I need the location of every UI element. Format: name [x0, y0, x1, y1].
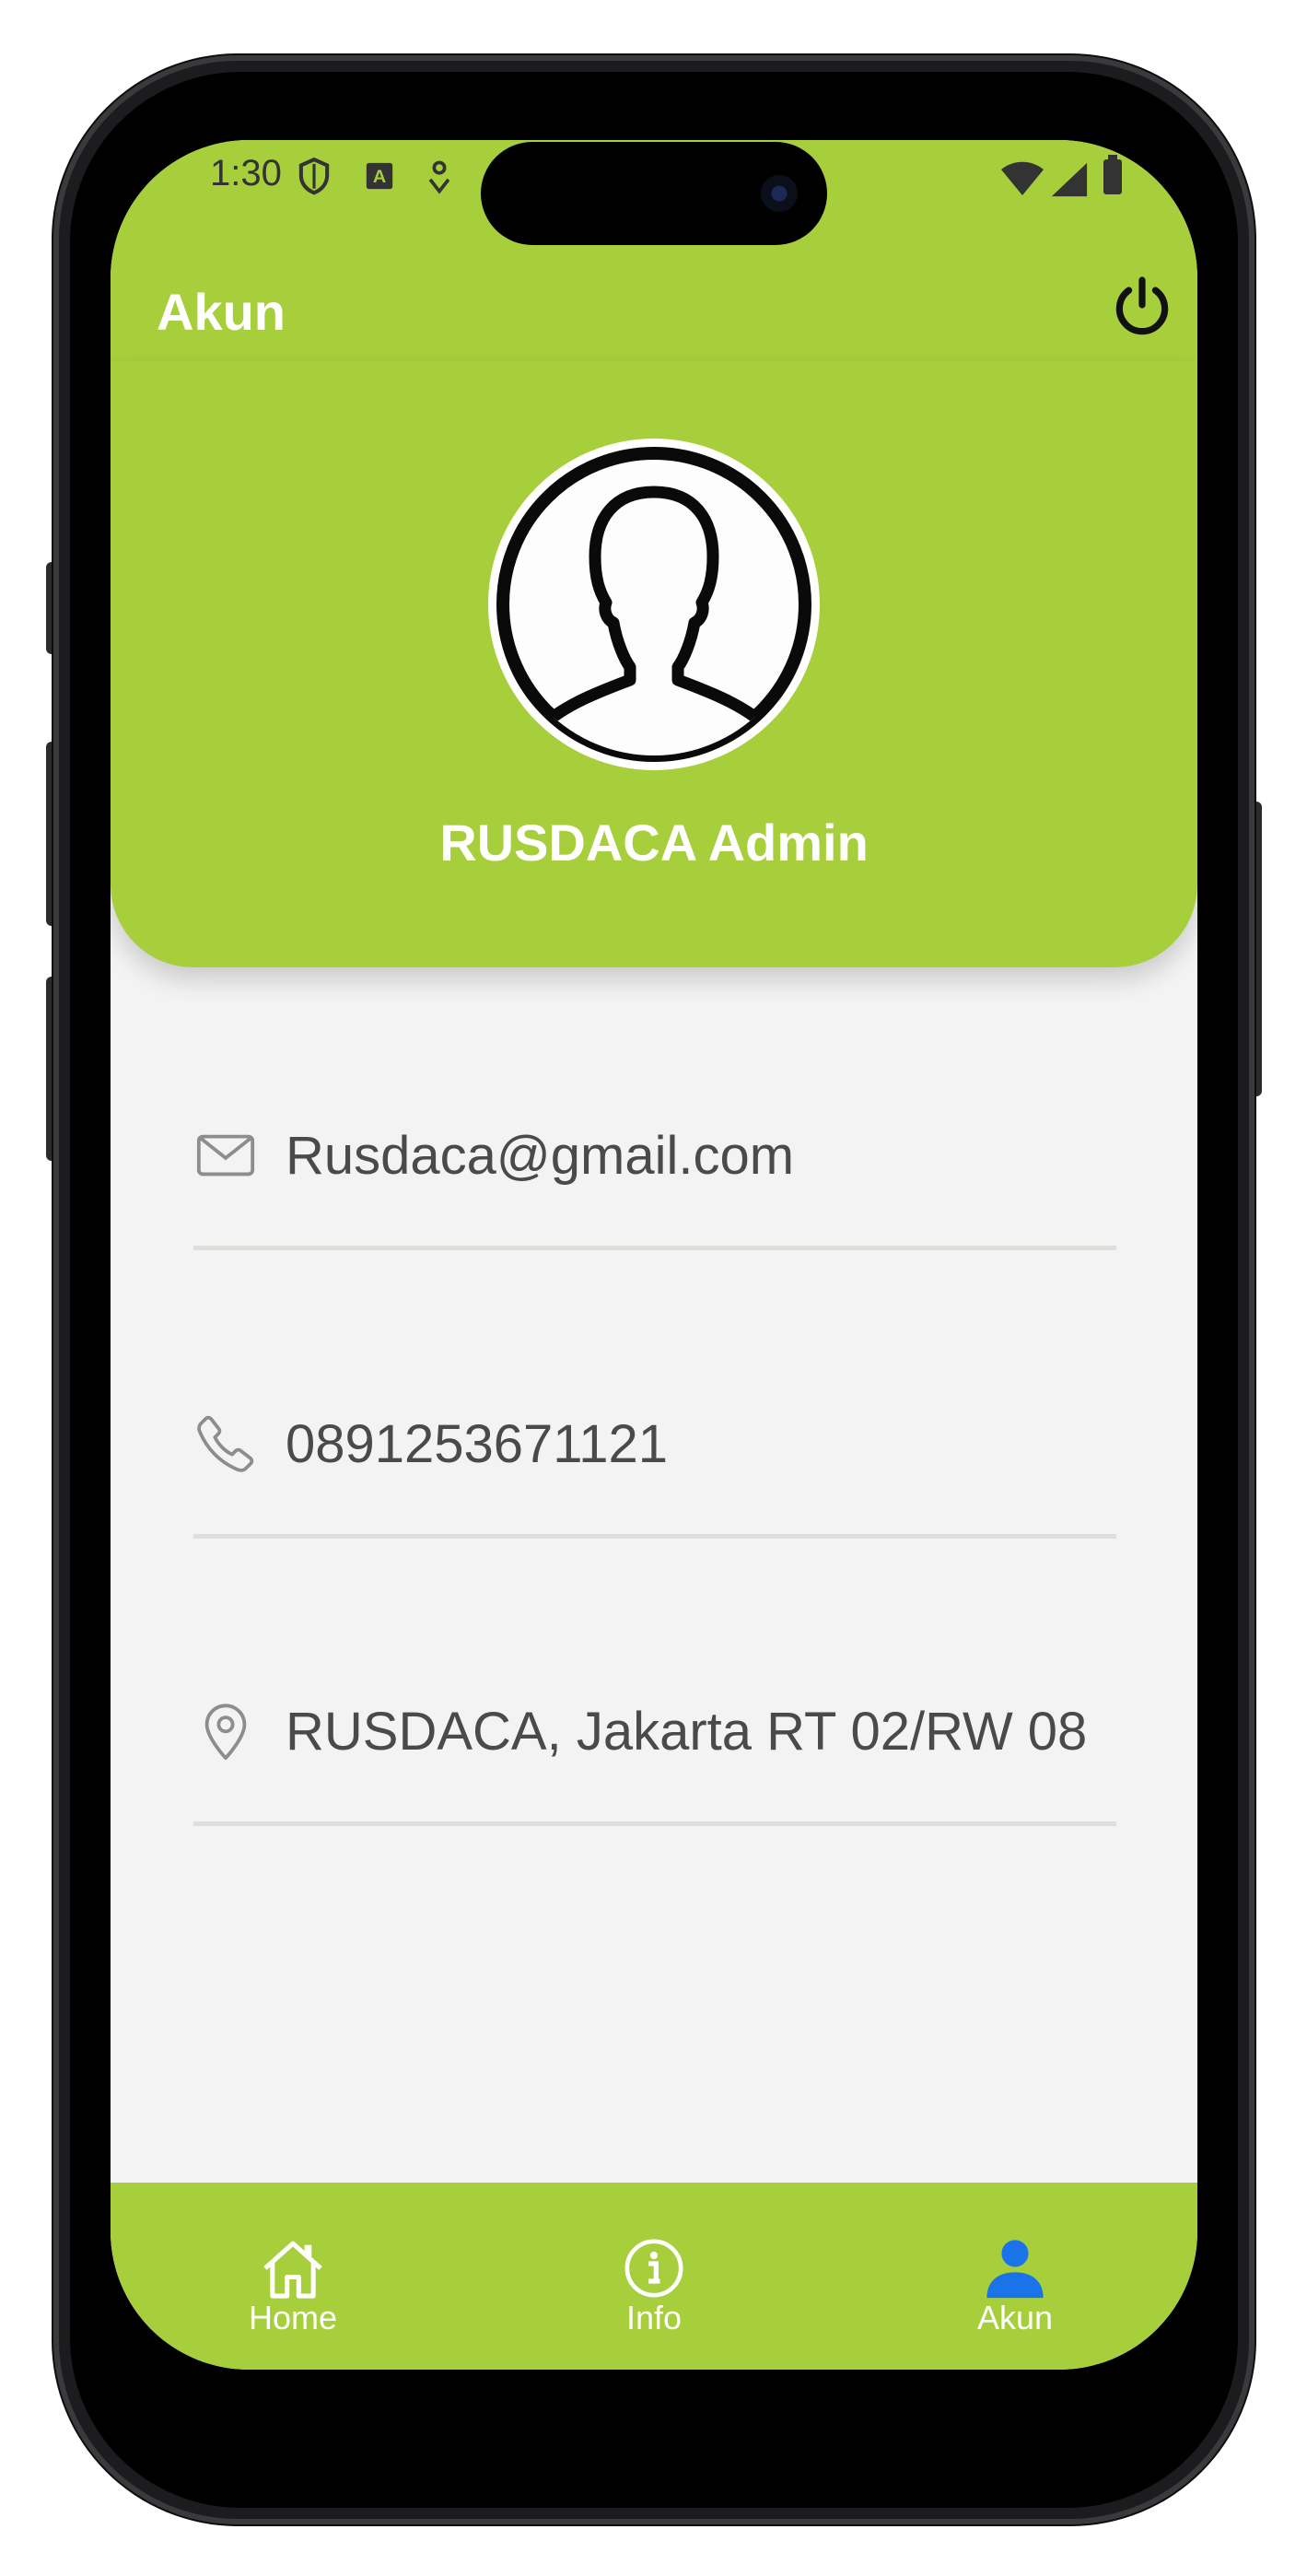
phone-icon — [197, 1415, 254, 1472]
svg-text:A: A — [373, 167, 386, 187]
app-screen: 1:30 A Akun RUSDACA Admin Rusdaca@gmail.… — [111, 140, 1197, 2370]
user-silhouette-icon — [496, 447, 811, 762]
nav-label-akun: Akun — [976, 2299, 1054, 2336]
address-value: RUSDACA, Jakarta RT 02/RW 08 — [286, 1702, 1088, 1762]
nav-item-akun[interactable]: Akun — [904, 2236, 1126, 2365]
email-row[interactable]: Rusdaca@gmail.com — [193, 1112, 1116, 1250]
status-time: 1:30 — [210, 153, 282, 193]
avatar[interactable] — [488, 439, 820, 770]
power-icon[interactable] — [1109, 275, 1175, 341]
shield-icon — [298, 157, 330, 195]
person-icon — [986, 2240, 1044, 2299]
nav-label-info: Info — [625, 2299, 683, 2336]
bottom-nav: Home Info Akun — [111, 2183, 1197, 2370]
divider — [193, 1821, 1116, 1826]
page-title: Akun — [157, 283, 286, 341]
phone-row[interactable]: 0891253671121 — [193, 1400, 1116, 1539]
camera — [761, 175, 798, 212]
nav-label-home: Home — [248, 2299, 338, 2336]
battery-icon — [1103, 155, 1122, 194]
profile-header: RUSDACA Admin — [111, 361, 1197, 967]
info-icon — [624, 2239, 683, 2298]
phone-value: 0891253671121 — [286, 1414, 669, 1474]
location-pin-icon — [428, 160, 450, 194]
a-box-icon: A — [366, 162, 393, 190]
dynamic-island — [481, 142, 827, 245]
status-bar: 1:30 A — [111, 140, 1197, 251]
mail-icon — [196, 1134, 255, 1177]
email-value: Rusdaca@gmail.com — [286, 1126, 795, 1186]
location-pin-icon — [204, 1704, 247, 1761]
nav-item-info[interactable]: Info — [543, 2236, 764, 2365]
nav-item-home[interactable]: Home — [182, 2236, 403, 2365]
address-row[interactable]: RUSDACA, Jakarta RT 02/RW 08 — [193, 1688, 1116, 1826]
app-bar: Akun — [111, 251, 1197, 361]
wifi-icon — [1001, 161, 1044, 195]
divider — [193, 1534, 1116, 1539]
divider — [193, 1246, 1116, 1250]
home-icon — [263, 2241, 322, 2299]
signal-icon — [1051, 162, 1088, 197]
profile-name: RUSDACA Admin — [439, 814, 869, 872]
